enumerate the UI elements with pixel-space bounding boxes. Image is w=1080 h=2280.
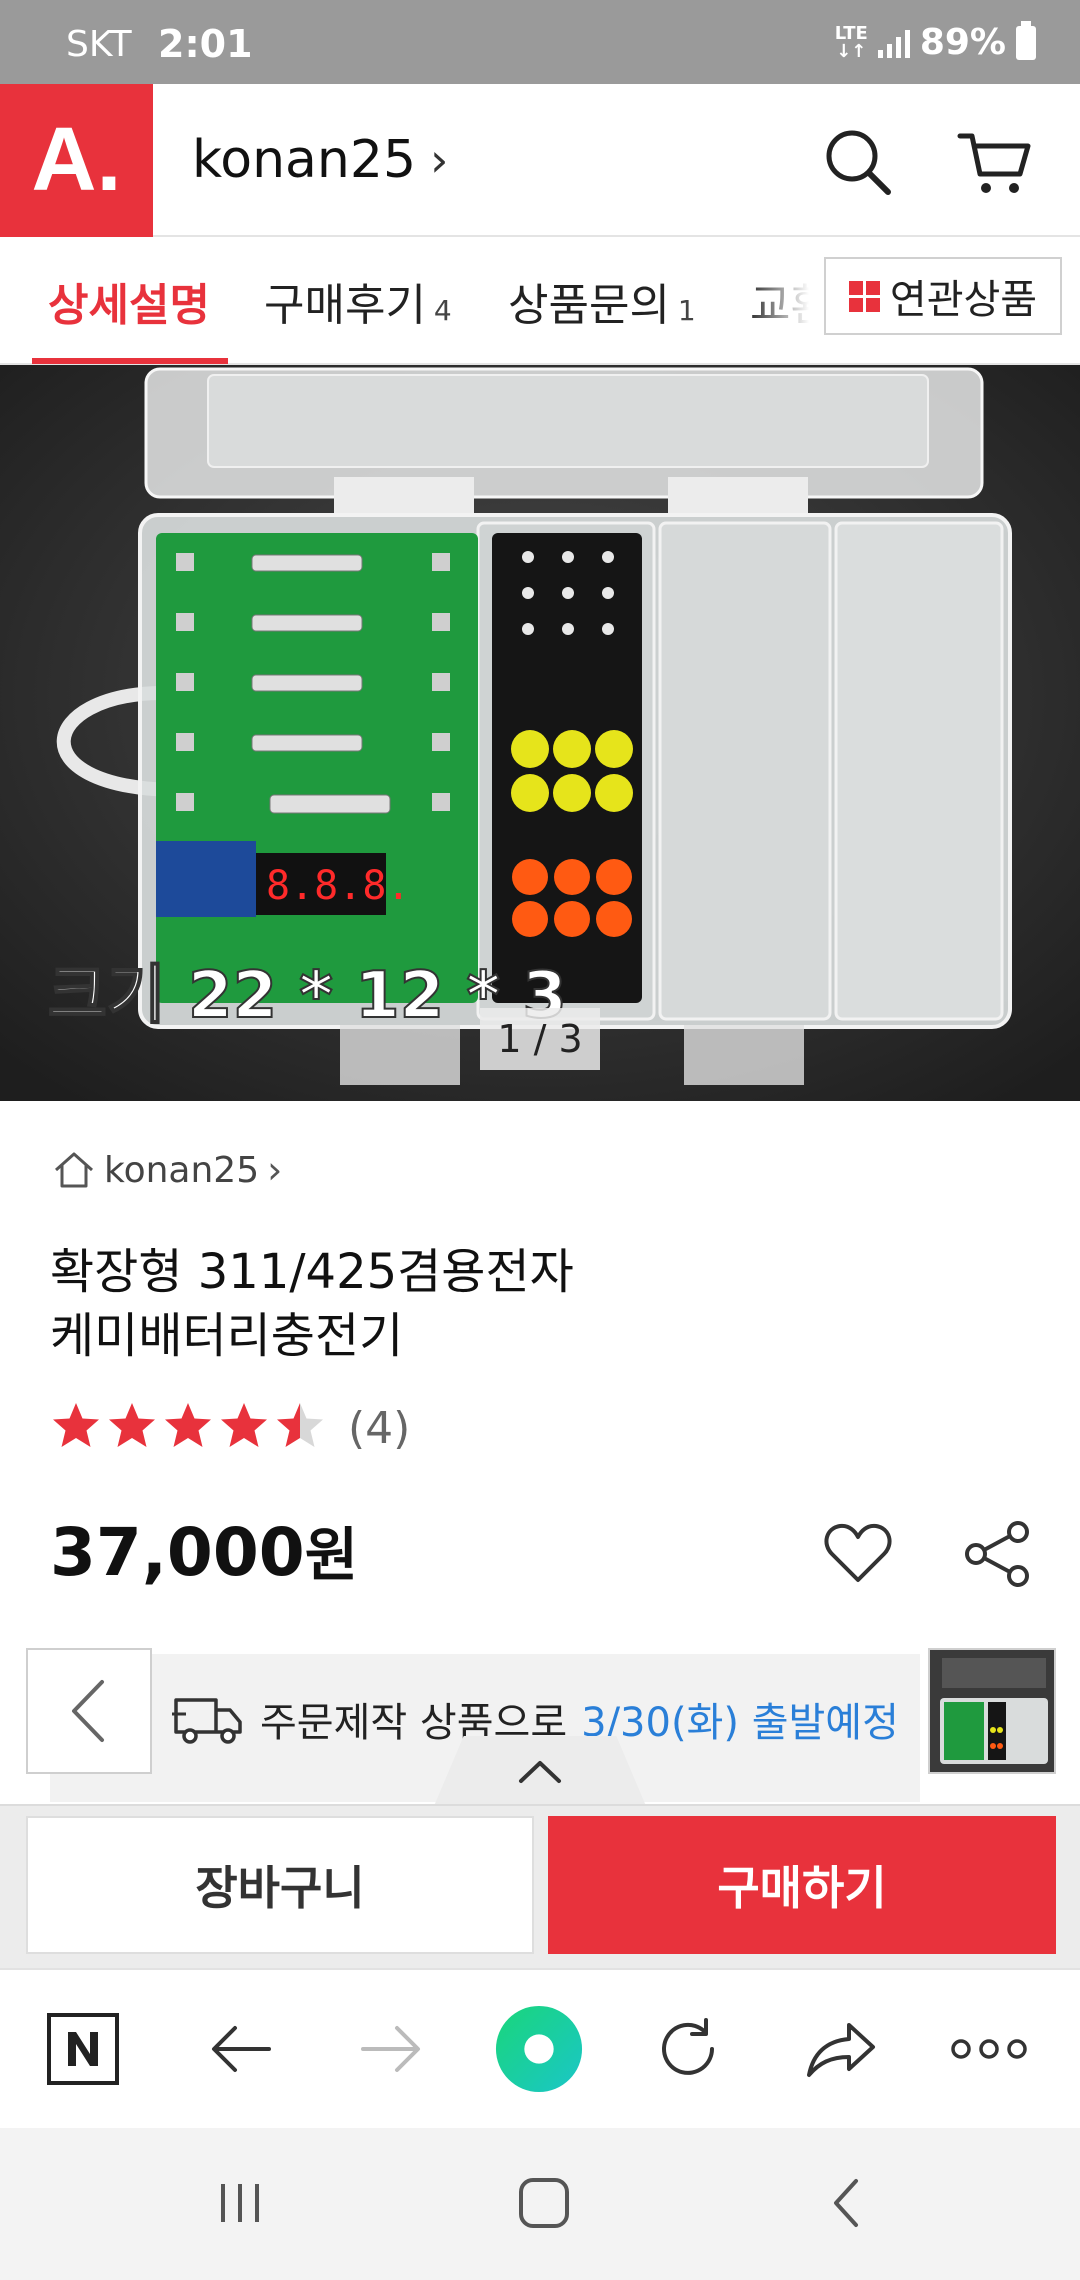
app-logo[interactable]: A.	[0, 84, 153, 237]
shipping-date: 3/30(화) 출발예정	[581, 1700, 899, 1746]
rating-row[interactable]: (4)	[50, 1400, 410, 1456]
review-count: (4)	[348, 1402, 411, 1454]
star-icon	[221, 1403, 267, 1447]
active-tab-indicator	[32, 358, 228, 364]
product-photo: 8.8.8. 크기 22 * 12 * 3	[0, 365, 1080, 1101]
thumbnail-image	[930, 1650, 1054, 1772]
forward-arrow-icon[interactable]	[346, 2004, 436, 2094]
seller-shop-link[interactable]: konan25 ›	[192, 130, 448, 190]
star-icon	[109, 1403, 155, 1447]
tab-description[interactable]: 상세설명	[48, 269, 210, 333]
browser-toolbar	[0, 1968, 1080, 2128]
clock: 2:01	[158, 22, 253, 66]
seller-shop-name: konan25	[192, 130, 417, 190]
tab-reviews[interactable]: 구매후기 4	[264, 269, 452, 333]
battery-percent: 89%	[919, 22, 1006, 63]
naver-n-icon[interactable]	[38, 2004, 128, 2094]
chevron-left-icon	[72, 1680, 104, 1742]
voltmeter-display: 8.8.8.	[266, 863, 411, 909]
tab-inquiries[interactable]: 상품문의 1	[508, 269, 696, 333]
home-outline-icon	[55, 1152, 93, 1188]
buy-now-button[interactable]: 구매하기	[548, 1816, 1056, 1954]
price-value: 37,000	[50, 1514, 305, 1591]
more-icon[interactable]	[944, 2004, 1034, 2094]
star-icon	[165, 1403, 211, 1447]
delivery-truck-icon	[172, 1698, 242, 1744]
share-icon[interactable]	[962, 1518, 1034, 1590]
star-icon	[53, 1403, 99, 1447]
cart-icon[interactable]	[956, 124, 1032, 200]
chevron-up-icon	[519, 1761, 561, 1783]
seller-store-name: konan25	[104, 1149, 260, 1191]
heart-icon[interactable]	[822, 1518, 894, 1590]
image-counter: 1 / 3	[480, 1008, 600, 1070]
review-tab-count: 4	[433, 294, 452, 327]
star-rating	[53, 1403, 323, 1447]
share-arrow-icon[interactable]	[796, 2004, 886, 2094]
related-products-button[interactable]: 연관상품	[824, 257, 1062, 335]
status-right: LTE ↓↑ 89%	[834, 20, 1036, 63]
seller-store-link[interactable]: konan25 ›	[52, 1148, 282, 1192]
back-arrow-icon[interactable]	[196, 2004, 286, 2094]
app-header: A. konan25 ›	[0, 84, 1080, 237]
back-icon[interactable]	[796, 2158, 896, 2248]
previous-button[interactable]	[26, 1648, 152, 1774]
home-icon[interactable]	[494, 2158, 594, 2248]
carrier-label: SKT	[66, 24, 132, 65]
green-dot-icon[interactable]	[494, 2004, 584, 2094]
sheet-expand-handle[interactable]	[434, 1736, 646, 1806]
search-icon[interactable]	[820, 124, 896, 200]
product-image-carousel[interactable]: 8.8.8. 크기 22 * 12 * 3	[0, 365, 1080, 1101]
grid-icon	[848, 280, 880, 312]
tab-fade	[746, 237, 836, 363]
half-star-icon	[277, 1403, 323, 1447]
recent-apps-icon[interactable]	[190, 2158, 290, 2248]
product-title: 확장형 311/425겸용전자 케미배터리충전기	[50, 1244, 574, 1364]
detail-tabs: 상세설명 구매후기4 상품문의1 교환 연관상품	[0, 237, 1080, 365]
signal-icon	[877, 28, 910, 58]
price-currency: 원	[304, 1521, 359, 1589]
chevron-right-icon: ›	[267, 1148, 283, 1192]
add-to-cart-button[interactable]: 장바구니	[26, 1816, 534, 1954]
product-price: 37,000원	[50, 1508, 358, 1592]
related-products-label: 연관상품	[889, 277, 1038, 323]
recent-item-thumbnail[interactable]	[928, 1648, 1056, 1774]
lte-icon: LTE ↓↑	[834, 22, 868, 62]
inquiry-tab-count: 1	[677, 294, 696, 327]
system-navigation-bar	[0, 2128, 1080, 2280]
chevron-right-icon: ›	[430, 133, 449, 187]
refresh-icon[interactable]	[644, 2004, 734, 2094]
battery-icon	[1016, 20, 1036, 60]
status-bar: SKT 2:01 LTE ↓↑ 89%	[0, 0, 1080, 84]
